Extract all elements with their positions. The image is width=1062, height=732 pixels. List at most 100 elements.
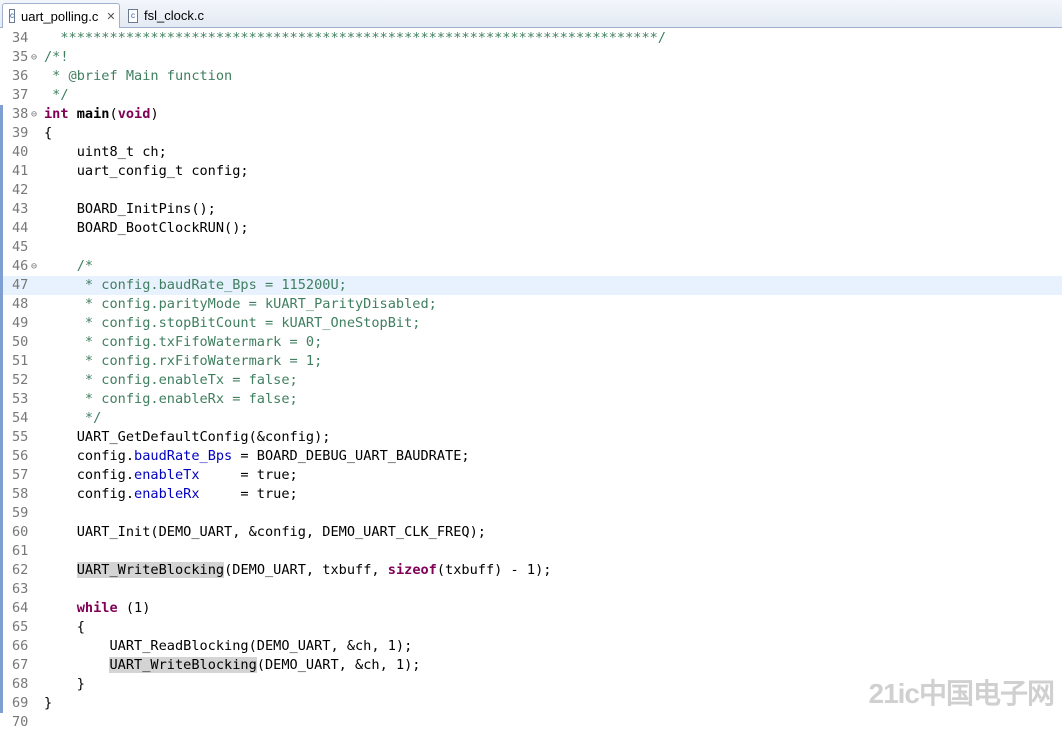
code-line[interactable]: 53 * config.enableRx = false;: [0, 390, 1062, 409]
code-line[interactable]: 64 while (1): [0, 599, 1062, 618]
code-line[interactable]: 63: [0, 580, 1062, 599]
change-bar-marker: [0, 124, 3, 143]
line-number: 63: [12, 581, 29, 597]
code-token: UART_GetDefaultConfig(&config);: [44, 429, 331, 445]
change-bar-marker: [0, 466, 3, 485]
code-text: * config.enableRx = false;: [44, 390, 298, 409]
code-line[interactable]: 55 UART_GetDefaultConfig(&config);: [0, 428, 1062, 447]
code-line[interactable]: 51 * config.rxFifoWatermark = 1;: [0, 352, 1062, 371]
code-line[interactable]: 38 ⊖ int main(void): [0, 105, 1062, 124]
code-text: UART_GetDefaultConfig(&config);: [44, 428, 331, 447]
line-number: 34: [12, 30, 29, 46]
code-text: * config.parityMode = kUART_ParityDisabl…: [44, 295, 437, 314]
code-line[interactable]: 50 * config.txFifoWatermark = 0;: [0, 333, 1062, 352]
code-token: UART_Init(DEMO_UART, &config, DEMO_UART_…: [44, 524, 486, 540]
code-editor[interactable]: 34 *************************************…: [0, 28, 1062, 730]
change-bar-marker: [0, 675, 3, 694]
code-text: uart_config_t config;: [44, 162, 249, 181]
code-line[interactable]: 60 UART_Init(DEMO_UART, &config, DEMO_UA…: [0, 523, 1062, 542]
code-line[interactable]: 39 {: [0, 124, 1062, 143]
line-number: 37: [12, 87, 29, 103]
code-token: * config.stopBitCount = kUART_OneStopBit…: [44, 315, 421, 331]
code-line[interactable]: 66 UART_ReadBlocking(DEMO_UART, &ch, 1);: [0, 637, 1062, 656]
code-token: */: [44, 410, 102, 426]
code-line[interactable]: 46 ⊖ /*: [0, 257, 1062, 276]
code-line[interactable]: 47 * config.baudRate_Bps = 115200U;: [0, 276, 1062, 295]
tab-fsl-clock[interactable]: c fsl_clock.c: [122, 3, 212, 28]
code-line[interactable]: 57 config.enableTx = true;: [0, 466, 1062, 485]
code-line[interactable]: 42: [0, 181, 1062, 200]
code-token: sizeof: [387, 562, 437, 578]
change-bar-marker: [0, 485, 3, 504]
code-text: * config.enableTx = false;: [44, 371, 298, 390]
code-line[interactable]: 36 * @brief Main function: [0, 67, 1062, 86]
code-token: main: [76, 106, 110, 122]
code-token: (txbuff) - 1);: [436, 562, 552, 578]
code-line[interactable]: 37 */: [0, 86, 1062, 105]
code-token: BOARD_BootClockRUN();: [44, 220, 249, 236]
code-line[interactable]: 49 * config.stopBitCount = kUART_OneStop…: [0, 314, 1062, 333]
code-line[interactable]: 58 config.enableRx = true;: [0, 485, 1062, 504]
change-bar-marker: [0, 143, 3, 162]
code-line[interactable]: 34 *************************************…: [0, 29, 1062, 48]
line-number: 57: [12, 467, 29, 483]
code-token: */: [44, 87, 69, 103]
code-line[interactable]: 56 config.baudRate_Bps = BOARD_DEBUG_UAR…: [0, 447, 1062, 466]
line-number: 50: [12, 334, 29, 350]
code-line[interactable]: 41 uart_config_t config;: [0, 162, 1062, 181]
change-bar-marker: [0, 447, 3, 466]
change-bar-marker: [0, 371, 3, 390]
change-bar-marker: [0, 542, 3, 561]
code-token: = true;: [199, 486, 298, 502]
code-text: UART_ReadBlocking(DEMO_UART, &ch, 1);: [44, 637, 412, 656]
line-number: 68: [12, 676, 29, 692]
code-line[interactable]: 65 {: [0, 618, 1062, 637]
code-line[interactable]: 70: [0, 713, 1062, 732]
tab-label: uart_polling.c: [21, 8, 99, 24]
change-bar-marker: [0, 333, 3, 352]
line-number: 61: [12, 543, 29, 559]
code-line[interactable]: 59: [0, 504, 1062, 523]
line-number: 54: [12, 410, 29, 426]
line-number: 55: [12, 429, 29, 445]
line-number: 60: [12, 524, 29, 540]
code-line[interactable]: 48 * config.parityMode = kUART_ParityDis…: [0, 295, 1062, 314]
line-number: 51: [12, 353, 29, 369]
code-token: UART_WriteBlocking: [76, 562, 225, 578]
tab-uart-polling[interactable]: c uart_polling.c ✕: [2, 3, 120, 28]
code-line[interactable]: 35 ⊖ /*!: [0, 48, 1062, 67]
code-line[interactable]: 62 UART_WriteBlocking(DEMO_UART, txbuff,…: [0, 561, 1062, 580]
code-line[interactable]: 45: [0, 238, 1062, 257]
code-line[interactable]: 43 BOARD_InitPins();: [0, 200, 1062, 219]
fold-toggle-icon[interactable]: ⊖: [31, 105, 37, 124]
code-token: * config.enableRx = false;: [44, 391, 298, 407]
line-number: 53: [12, 391, 29, 407]
code-token: baudRate_Bps: [134, 448, 233, 464]
code-text: int main(void): [44, 105, 159, 124]
code-token: /*: [44, 258, 94, 274]
code-token: enableRx: [134, 486, 200, 502]
code-text: }: [44, 675, 85, 694]
code-line[interactable]: 52 * config.enableTx = false;: [0, 371, 1062, 390]
code-line[interactable]: 54 */: [0, 409, 1062, 428]
fold-toggle-icon[interactable]: ⊖: [31, 257, 37, 276]
code-token: {: [44, 619, 85, 635]
line-number: 59: [12, 505, 29, 521]
code-line[interactable]: 40 uint8_t ch;: [0, 143, 1062, 162]
fold-toggle-icon[interactable]: ⊖: [31, 48, 37, 67]
code-text: }: [44, 694, 52, 713]
change-bar-marker: [0, 314, 3, 333]
code-line[interactable]: 61: [0, 542, 1062, 561]
line-number: 39: [12, 125, 29, 141]
code-line[interactable]: 44 BOARD_BootClockRUN();: [0, 219, 1062, 238]
code-token: UART_ReadBlocking(DEMO_UART, &ch, 1);: [44, 638, 413, 654]
code-token: enableTx: [134, 467, 200, 483]
code-token: * config.enableTx = false;: [44, 372, 298, 388]
code-text: config.enableRx = true;: [44, 485, 298, 504]
code-token: (DEMO_UART, &ch, 1);: [256, 657, 421, 673]
change-bar-marker: [0, 580, 3, 599]
close-icon[interactable]: ✕: [106, 10, 115, 23]
code-token: * config.parityMode = kUART_ParityDisabl…: [44, 296, 437, 312]
change-bar-marker: [0, 656, 3, 675]
change-bar-marker: [0, 618, 3, 637]
